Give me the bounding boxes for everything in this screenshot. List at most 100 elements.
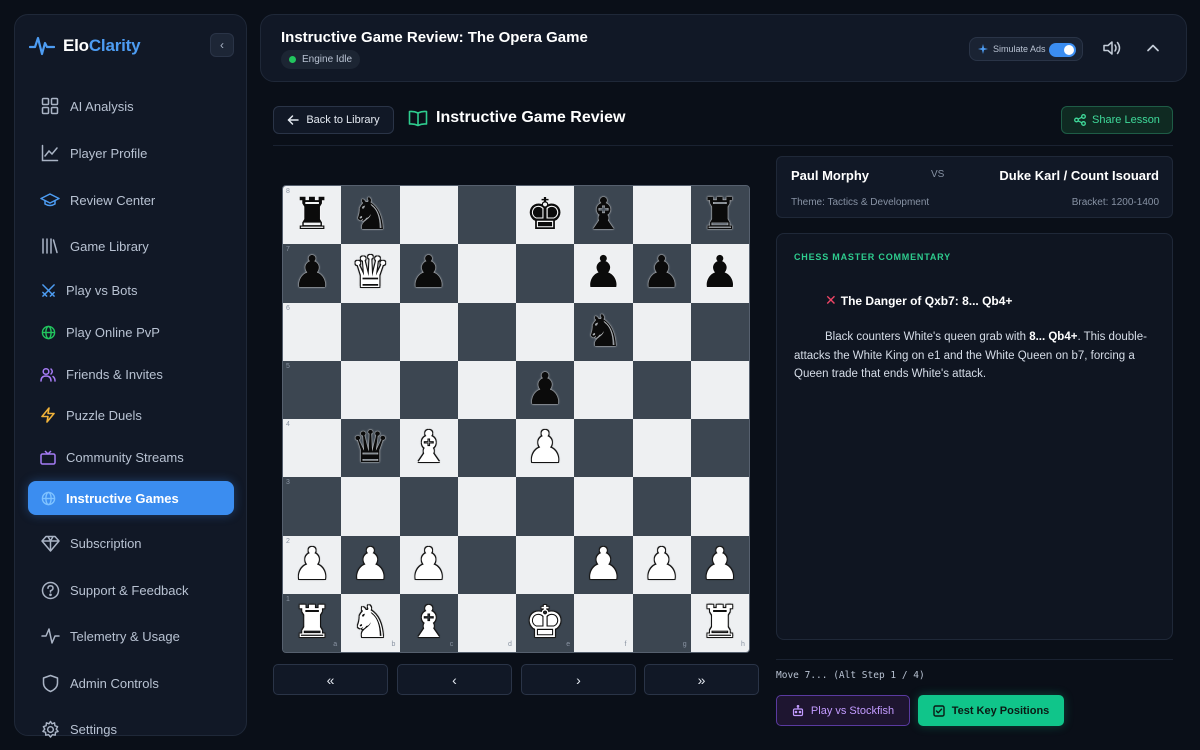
square-h8[interactable]: ♜	[690, 186, 749, 245]
square-b5[interactable]	[341, 360, 400, 419]
square-a6[interactable]	[283, 302, 342, 361]
black-pawn-icon[interactable]: ♟	[642, 251, 681, 295]
square-b2[interactable]: ♟	[341, 535, 400, 594]
square-h3[interactable]	[690, 477, 749, 536]
back-to-library-button[interactable]: Back to Library	[273, 106, 394, 134]
square-g8[interactable]	[632, 186, 691, 245]
square-e8[interactable]: ♚	[516, 186, 575, 245]
black-pawn-icon[interactable]: ♟	[292, 251, 331, 295]
sidebar-item-settings[interactable]: Settings	[28, 712, 234, 746]
chess-board[interactable]: ♜ ♞ ♚ ♝ ♜ ♟ ♛ ♟ ♟ ♟ ♟ ♞ ♟ ♛ ♝ ♟ ♟ ♟ ♟ ♟ ♟ ♟ ♜ ♞ ♝ ♚ ♜ 8 7 6 5 4 3 2 1 a b c d e…	[282, 185, 750, 653]
square-e5[interactable]: ♟	[516, 360, 575, 419]
play-vs-stockfish-button[interactable]: Play vs Stockfish	[776, 695, 910, 726]
square-h2[interactable]: ♟	[690, 535, 749, 594]
square-h7[interactable]: ♟	[690, 244, 749, 303]
square-b7[interactable]: ♛	[341, 244, 400, 303]
sidebar-item-player-profile[interactable]: Player Profile	[28, 136, 234, 170]
square-d3[interactable]	[457, 477, 516, 536]
square-f3[interactable]	[574, 477, 633, 536]
white-queen-icon[interactable]: ♛	[351, 251, 390, 295]
sidebar-item-instructive-games[interactable]: Instructive Games	[28, 481, 234, 515]
black-pawn-icon[interactable]: ♟	[584, 251, 623, 295]
square-f5[interactable]	[574, 360, 633, 419]
black-pawn-icon[interactable]: ♟	[409, 251, 448, 295]
sidebar-item-telemetry-usage[interactable]: Telemetry & Usage	[28, 619, 234, 653]
square-f7[interactable]: ♟	[574, 244, 633, 303]
square-f6[interactable]: ♞	[574, 302, 633, 361]
previous-move-button[interactable]: ‹	[397, 664, 512, 695]
black-queen-icon[interactable]: ♛	[351, 426, 390, 470]
last-move-button[interactable]: »	[644, 664, 759, 695]
black-pawn-icon[interactable]: ♟	[525, 367, 564, 412]
white-knight-icon[interactable]: ♞	[351, 600, 390, 645]
square-d5[interactable]	[457, 360, 516, 419]
square-c2[interactable]: ♟	[399, 535, 458, 594]
square-b3[interactable]	[341, 477, 400, 536]
square-b8[interactable]: ♞	[341, 186, 400, 245]
white-pawn-icon[interactable]: ♟	[642, 542, 681, 587]
sidebar-item-subscription[interactable]: Subscription	[28, 526, 234, 560]
black-rook-icon[interactable]: ♜	[292, 193, 331, 237]
black-knight-icon[interactable]: ♞	[584, 309, 623, 354]
square-a8[interactable]: ♜	[283, 186, 342, 245]
first-move-button[interactable]: «	[273, 664, 388, 695]
sidebar-item-admin-controls[interactable]: Admin Controls	[28, 666, 234, 700]
square-d6[interactable]	[457, 302, 516, 361]
sidebar-item-friends-invites[interactable]: Friends & Invites	[28, 357, 234, 391]
square-d8[interactable]	[457, 186, 516, 245]
square-c7[interactable]: ♟	[399, 244, 458, 303]
square-a7[interactable]: ♟	[283, 244, 342, 303]
black-pawn-icon[interactable]: ♟	[700, 251, 739, 295]
square-c5[interactable]	[399, 360, 458, 419]
square-a5[interactable]	[283, 360, 342, 419]
square-d4[interactable]	[457, 419, 516, 478]
square-g6[interactable]	[632, 302, 691, 361]
simulate-ads-toggle[interactable]: Simulate Ads	[969, 37, 1083, 61]
square-h6[interactable]	[690, 302, 749, 361]
white-pawn-icon[interactable]: ♟	[292, 542, 331, 587]
square-a3[interactable]	[283, 477, 342, 536]
black-knight-icon[interactable]: ♞	[351, 193, 390, 237]
square-g5[interactable]	[632, 360, 691, 419]
square-e6[interactable]	[516, 302, 575, 361]
square-e2[interactable]	[516, 535, 575, 594]
white-pawn-icon[interactable]: ♟	[584, 542, 623, 587]
square-d7[interactable]	[457, 244, 516, 303]
square-c8[interactable]	[399, 186, 458, 245]
test-key-positions-button[interactable]: Test Key Positions	[918, 695, 1064, 726]
square-f4[interactable]	[574, 419, 633, 478]
square-g3[interactable]	[632, 477, 691, 536]
white-bishop-icon[interactable]: ♝	[409, 600, 448, 645]
square-c6[interactable]	[399, 302, 458, 361]
toggle-switch[interactable]	[1049, 43, 1076, 57]
sidebar-item-play-online-pvp[interactable]: Play Online PvP	[28, 315, 234, 349]
sidebar-item-community-streams[interactable]: Community Streams	[28, 440, 234, 474]
square-g4[interactable]	[632, 419, 691, 478]
square-h5[interactable]	[690, 360, 749, 419]
square-a4[interactable]	[283, 419, 342, 478]
collapse-sidebar-button[interactable]: ‹	[210, 33, 234, 57]
square-e4[interactable]: ♟	[516, 419, 575, 478]
square-f8[interactable]: ♝	[574, 186, 633, 245]
black-rook-icon[interactable]: ♜	[700, 193, 739, 237]
sidebar-item-support-feedback[interactable]: Support & Feedback	[28, 573, 234, 607]
white-pawn-icon[interactable]: ♟	[351, 542, 390, 587]
white-pawn-icon[interactable]: ♟	[525, 426, 564, 470]
sidebar-item-puzzle-duels[interactable]: Puzzle Duels	[28, 398, 234, 432]
square-d2[interactable]	[457, 535, 516, 594]
white-pawn-icon[interactable]: ♟	[700, 542, 739, 587]
square-c4[interactable]: ♝	[399, 419, 458, 478]
white-rook-icon[interactable]: ♜	[700, 600, 739, 645]
share-lesson-button[interactable]: Share Lesson	[1061, 106, 1173, 134]
sidebar-item-review-center[interactable]: Review Center	[28, 183, 234, 217]
sidebar-item-game-library[interactable]: Game Library	[28, 229, 234, 263]
white-pawn-icon[interactable]: ♟	[409, 542, 448, 587]
square-c3[interactable]	[399, 477, 458, 536]
white-king-icon[interactable]: ♚	[525, 600, 564, 645]
square-g2[interactable]: ♟	[632, 535, 691, 594]
white-bishop-icon[interactable]: ♝	[409, 426, 448, 470]
square-g7[interactable]: ♟	[632, 244, 691, 303]
sidebar-item-play-vs-bots[interactable]: Play vs Bots	[28, 273, 234, 307]
chevron-up-icon[interactable]	[1145, 40, 1161, 56]
square-b6[interactable]	[341, 302, 400, 361]
